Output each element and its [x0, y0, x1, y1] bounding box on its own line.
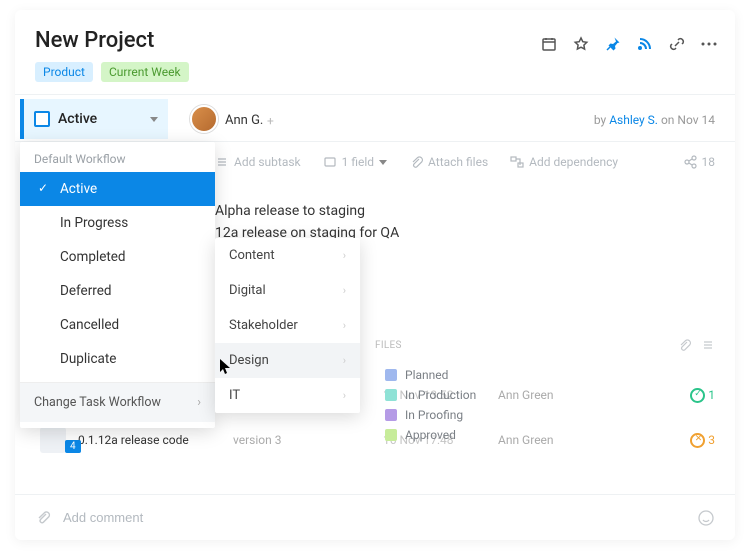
chevron-right-icon: › — [343, 284, 346, 297]
chevron-right-icon: › — [343, 249, 346, 262]
status-legend: Planned In Production In Proofing Approv… — [385, 365, 515, 445]
add-assignee-button[interactable]: + — [267, 114, 274, 128]
cursor-icon — [219, 358, 233, 376]
swatch-planned — [385, 369, 397, 381]
add-dependency-button[interactable]: Add dependency — [510, 155, 618, 169]
files-section-header: FILES — [375, 340, 402, 351]
file-thumbnail-icon — [40, 427, 66, 453]
check-circle-icon — [690, 388, 705, 403]
swatch-approved — [385, 429, 397, 441]
swatch-in-production — [385, 389, 397, 401]
attach-files-button[interactable]: Attach files — [409, 155, 488, 169]
files-toolbar — [677, 338, 715, 352]
status-option-deferred[interactable]: Deferred — [20, 274, 215, 308]
tag-list: Product Current Week — [35, 62, 189, 82]
workflow-option-content[interactable]: Content› — [215, 238, 360, 273]
paperclip-icon[interactable] — [677, 338, 691, 352]
status-option-in-progress[interactable]: In Progress — [20, 206, 215, 240]
task-toolbar: Add subtask 1 field Attach files Add dep… — [215, 155, 715, 169]
status-option-cancelled[interactable]: Cancelled — [20, 308, 215, 342]
swatch-in-proofing — [385, 409, 397, 421]
page-title: New Project — [35, 28, 154, 53]
status-option-duplicate[interactable]: Duplicate — [20, 342, 215, 376]
comment-input[interactable] — [63, 510, 697, 525]
file-status: 3 — [690, 433, 715, 448]
add-subtask-button[interactable]: Add subtask — [215, 155, 301, 169]
chevron-right-icon: › — [343, 319, 346, 332]
tag-current-week[interactable]: Current Week — [101, 62, 189, 82]
custom-fields-button[interactable]: 1 field — [323, 155, 387, 169]
link-icon[interactable] — [669, 36, 685, 52]
calendar-icon[interactable] — [541, 36, 557, 52]
chevron-right-icon: › — [343, 354, 346, 367]
workflow-option-stakeholder[interactable]: Stakeholder› — [215, 308, 360, 343]
paperclip-icon[interactable] — [35, 510, 51, 526]
file-status: 1 — [690, 388, 715, 403]
workflow-option-design[interactable]: Design› — [215, 343, 360, 378]
chevron-right-icon: › — [197, 395, 201, 410]
share-button[interactable]: 18 — [683, 155, 716, 169]
workflow-option-it[interactable]: IT› — [215, 378, 360, 413]
chevron-down-icon — [150, 117, 158, 122]
status-label: Active — [58, 111, 142, 127]
status-selector[interactable]: Active — [20, 99, 168, 139]
chevron-right-icon: › — [343, 389, 346, 402]
assignee-avatar[interactable] — [190, 105, 218, 133]
header-action-bar — [541, 36, 717, 52]
author-link[interactable]: Ashley S. — [609, 113, 658, 127]
workflow-option-digital[interactable]: Digital› — [215, 273, 360, 308]
x-circle-icon — [690, 433, 705, 448]
byline: by Ashley S. on Nov 14 — [594, 113, 715, 127]
star-icon[interactable] — [573, 36, 589, 52]
meta-row: Active Ann G. + by Ashley S. on Nov 14 — [15, 94, 735, 142]
comment-count-badge: 4 — [65, 440, 81, 453]
pin-icon[interactable] — [605, 36, 621, 52]
rss-icon[interactable] — [637, 36, 653, 52]
tag-product[interactable]: Product — [35, 62, 93, 82]
chevron-down-icon — [379, 160, 387, 165]
workflow-submenu: Content› Digital› Stakeholder› Design› I… — [215, 238, 360, 413]
assignee-name: Ann G. — [225, 113, 263, 128]
menu-section-header: Default Workflow — [20, 142, 215, 172]
status-dropdown-menu: Default Workflow Active In Progress Comp… — [20, 142, 215, 428]
complete-checkbox[interactable] — [34, 111, 50, 127]
list-view-icon[interactable] — [701, 338, 715, 352]
emoji-icon[interactable] — [697, 509, 715, 527]
change-workflow-button[interactable]: Change Task Workflow › — [20, 382, 215, 422]
comment-bar — [15, 494, 735, 540]
status-option-completed[interactable]: Completed — [20, 240, 215, 274]
status-option-active[interactable]: Active — [20, 172, 215, 206]
more-icon[interactable] — [701, 36, 717, 52]
